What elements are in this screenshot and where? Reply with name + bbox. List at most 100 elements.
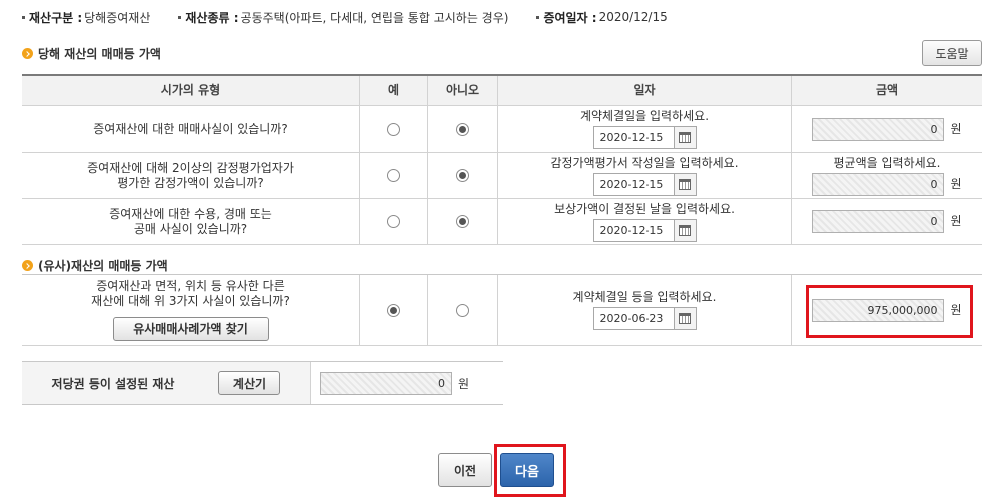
amount-field: 0 원 (812, 210, 962, 233)
yes-cell (360, 153, 428, 198)
header-type: 시가의 유형 (22, 76, 360, 105)
calendar-icon (679, 224, 691, 236)
summary-date-value: 2020/12/15 (598, 10, 668, 24)
table-header-row: 시가의 유형 예 아니오 일자 금액 (22, 76, 982, 106)
amount-field: 0 원 (812, 117, 962, 141)
question-text: 증여재산과 면적, 위치 등 유사한 다른 (96, 279, 285, 293)
calculator-button[interactable]: 계산기 (218, 371, 281, 395)
date-input[interactable]: 2020-12-15 (592, 218, 675, 242)
arrow-circle-icon (22, 260, 33, 271)
amount-unit: 원 (950, 214, 962, 228)
no-radio[interactable] (456, 169, 469, 182)
table-row: 증여재산에 대한 수용, 경매 또는 공매 사실이 있습니까? 보상가액이 결정… (22, 199, 982, 245)
prev-button[interactable]: 이전 (438, 453, 492, 487)
date-picker: 2020-12-15 (592, 172, 697, 196)
question-cell: 증여재산에 대한 수용, 경매 또는 공매 사실이 있습니까? (22, 199, 360, 244)
amount-unit: 원 (458, 376, 470, 391)
summary-category-value: 당해증여재산 (84, 10, 151, 25)
question-cell: 증여재산에 대한 매매사실이 있습니까? (22, 106, 360, 152)
help-button[interactable]: 도움말 (922, 40, 982, 66)
date-picker: 2020-12-15 (592, 126, 697, 149)
amount-input[interactable]: 0 (812, 117, 945, 141)
amount-unit: 원 (950, 121, 962, 136)
section1-title-text: 당해 재산의 매매등 가액 (38, 47, 161, 61)
date-hint: 감정가액평가서 작성일을 입력하세요. (550, 155, 739, 170)
header-amount: 금액 (875, 83, 899, 97)
amount-input[interactable]: 0 (812, 172, 945, 196)
summary-date-label: 증여일자 : (543, 10, 597, 25)
amount-field: 975,000,000 원 (812, 298, 962, 322)
mortgage-label: 저당권 등이 설정된 재산 (51, 376, 175, 391)
header-date: 일자 (498, 76, 792, 105)
yes-radio[interactable] (387, 303, 400, 317)
question-text-line2: 공매 사실이 있습니까? (133, 221, 248, 236)
summary-category-label: 재산구분 : (29, 10, 83, 25)
section2-title-text: (유사)재산의 매매등 가액 (38, 259, 168, 273)
date-cell: 계약체결일을 입력하세요. 2020-12-15 (498, 106, 792, 152)
mortgage-amount-cell: 0 원 (311, 362, 503, 404)
amount-cell: 975,000,000 원 (792, 275, 982, 345)
yes-cell (360, 199, 428, 244)
amount-input[interactable]: 0 (812, 210, 945, 233)
date-picker: 2020-06-23 (592, 307, 697, 330)
amount-field: 0 원 (812, 172, 962, 196)
calendar-button[interactable] (674, 126, 697, 149)
date-cell: 보상가액이 결정된 날을 입력하세요. 2020-12-15 (498, 199, 792, 244)
amount-cell: 0 원 (792, 199, 982, 244)
amount-field: 0 원 (320, 371, 470, 395)
bullet-icon (536, 15, 540, 19)
bullet-icon (178, 15, 182, 19)
summary-category: 재산구분 : 당해증여재산 (22, 9, 150, 26)
table-row: 증여재산에 대해 2이상의 감정평가업자가 평가한 감정가액이 있습니까? 감정… (22, 153, 982, 199)
bullet-icon (22, 15, 25, 19)
calendar-icon (679, 313, 691, 324)
no-cell (428, 199, 498, 244)
calendar-button[interactable] (674, 218, 697, 242)
date-hint: 계약체결일 등을 입력하세요. (572, 290, 717, 304)
question-cell: 증여재산에 대해 2이상의 감정평가업자가 평가한 감정가액이 있습니까? (22, 153, 360, 198)
calendar-icon (679, 178, 691, 190)
calendar-button[interactable] (674, 307, 697, 330)
date-input[interactable]: 2020-12-15 (592, 126, 675, 149)
date-input[interactable]: 2020-12-15 (592, 172, 675, 196)
no-cell (428, 275, 498, 345)
calendar-button[interactable] (674, 172, 697, 196)
similar-price-table: 증여재산과 면적, 위치 등 유사한 다른 재산에 대해 위 3가지 사실이 있… (22, 274, 982, 346)
question-text: 증여재산에 대한 매매사실이 있습니까? (93, 121, 288, 136)
mortgage-amount-input[interactable]: 0 (320, 371, 452, 395)
yes-cell (360, 275, 428, 345)
mortgage-row: 저당권 등이 설정된 재산 계산기 0 원 (22, 361, 503, 405)
no-radio[interactable] (456, 215, 469, 228)
market-price-table: 시가의 유형 예 아니오 일자 금액 증여재산에 대한 매매사실이 있습니까? … (22, 74, 982, 245)
amount-cell: 평균액을 입력하세요. 0 원 (792, 153, 982, 198)
table-row: 증여재산에 대한 매매사실이 있습니까? 계약체결일을 입력하세요. 2020-… (22, 106, 982, 153)
question-cell: 증여재산과 면적, 위치 등 유사한 다른 재산에 대해 위 3가지 사실이 있… (22, 275, 360, 345)
amount-input[interactable]: 975,000,000 (812, 298, 945, 322)
similar-case-search-button[interactable]: 유사매매사례가액 찾기 (112, 317, 269, 341)
table-row: 증여재산과 면적, 위치 등 유사한 다른 재산에 대해 위 3가지 사실이 있… (22, 275, 982, 346)
question-text: 증여재산에 대한 수용, 경매 또는 (109, 206, 272, 221)
date-hint: 보상가액이 결정된 날을 입력하세요. (554, 201, 735, 216)
mortgage-label-cell: 저당권 등이 설정된 재산 계산기 (22, 362, 311, 404)
no-cell (428, 153, 498, 198)
header-no: 아니오 (428, 76, 498, 105)
date-input[interactable]: 2020-06-23 (592, 307, 675, 330)
yes-radio[interactable] (387, 215, 400, 228)
no-cell (428, 106, 498, 152)
date-picker: 2020-12-15 (592, 218, 697, 242)
no-radio[interactable] (456, 122, 469, 136)
amount-hint: 평균액을 입력하세요. (833, 155, 941, 170)
date-cell: 계약체결일 등을 입력하세요. 2020-06-23 (498, 275, 792, 345)
section2-title: (유사)재산의 매매등 가액 (22, 257, 168, 274)
header-yes: 예 (360, 76, 428, 105)
yes-cell (360, 106, 428, 152)
yes-radio[interactable] (387, 169, 400, 182)
summary-date: 증여일자 : 2020/12/15 (536, 9, 668, 26)
no-radio[interactable] (456, 303, 469, 317)
amount-unit: 원 (950, 302, 962, 317)
yes-radio[interactable] (387, 122, 400, 136)
summary-type-value: 공동주택(아파트, 다세대, 연립을 통합 고시하는 경우) (240, 10, 509, 25)
next-button[interactable]: 다음 (500, 453, 554, 487)
calendar-icon (679, 132, 691, 143)
question-text-line2: 재산에 대해 위 3가지 사실이 있습니까? (91, 294, 290, 308)
